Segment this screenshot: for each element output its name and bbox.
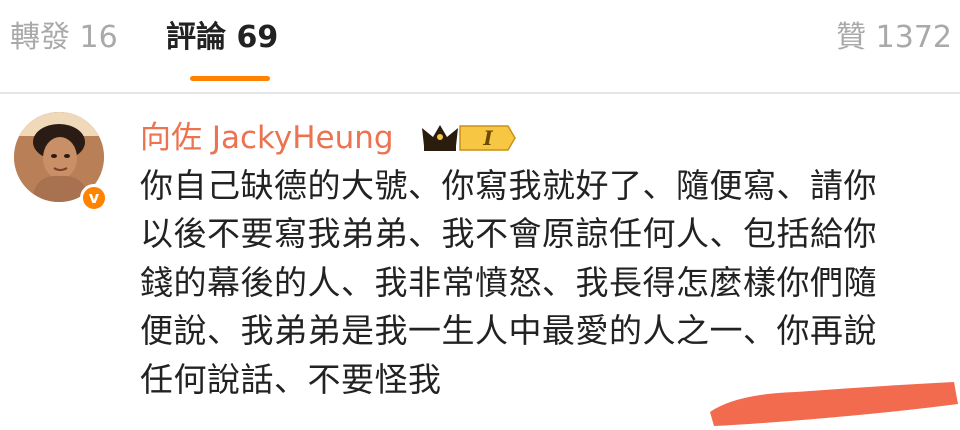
verified-badge-icon: v: [80, 184, 108, 212]
comment-line: 以後不要寫我弟弟、我不會原諒任何人、包括給你: [140, 214, 877, 254]
tab-likes[interactable]: 贊 1372: [836, 18, 952, 58]
comment-line: 你自己缺德的大號、你寫我就好了、隨便寫、請你: [140, 166, 877, 205]
active-tab-indicator: [190, 76, 270, 81]
tab-reposts[interactable]: 轉發 16: [10, 18, 118, 58]
comment-body: 你自己缺德的大號、你寫我就好了、隨便寫、請你 以後不要寫我弟弟、我不會原諒任何人…: [140, 162, 950, 404]
tab-comments[interactable]: 評論 69: [166, 18, 278, 58]
comment-author-name[interactable]: 向佐 JackyHeung: [140, 118, 394, 158]
member-level-label: I: [483, 126, 493, 150]
redaction-scribble: [710, 382, 958, 426]
comment-line: 錢的幕後的人、我非常憤怒、我長得怎麼樣你們隨: [140, 262, 877, 302]
member-crown-badge[interactable]: I: [420, 122, 516, 154]
comment-tab-bar: 轉發 16 評論 69 贊 1372: [0, 0, 960, 92]
comment-line: 便說、我弟弟是我一生人中最愛的人之一、你再說: [140, 311, 877, 351]
tab-divider: [0, 92, 960, 94]
